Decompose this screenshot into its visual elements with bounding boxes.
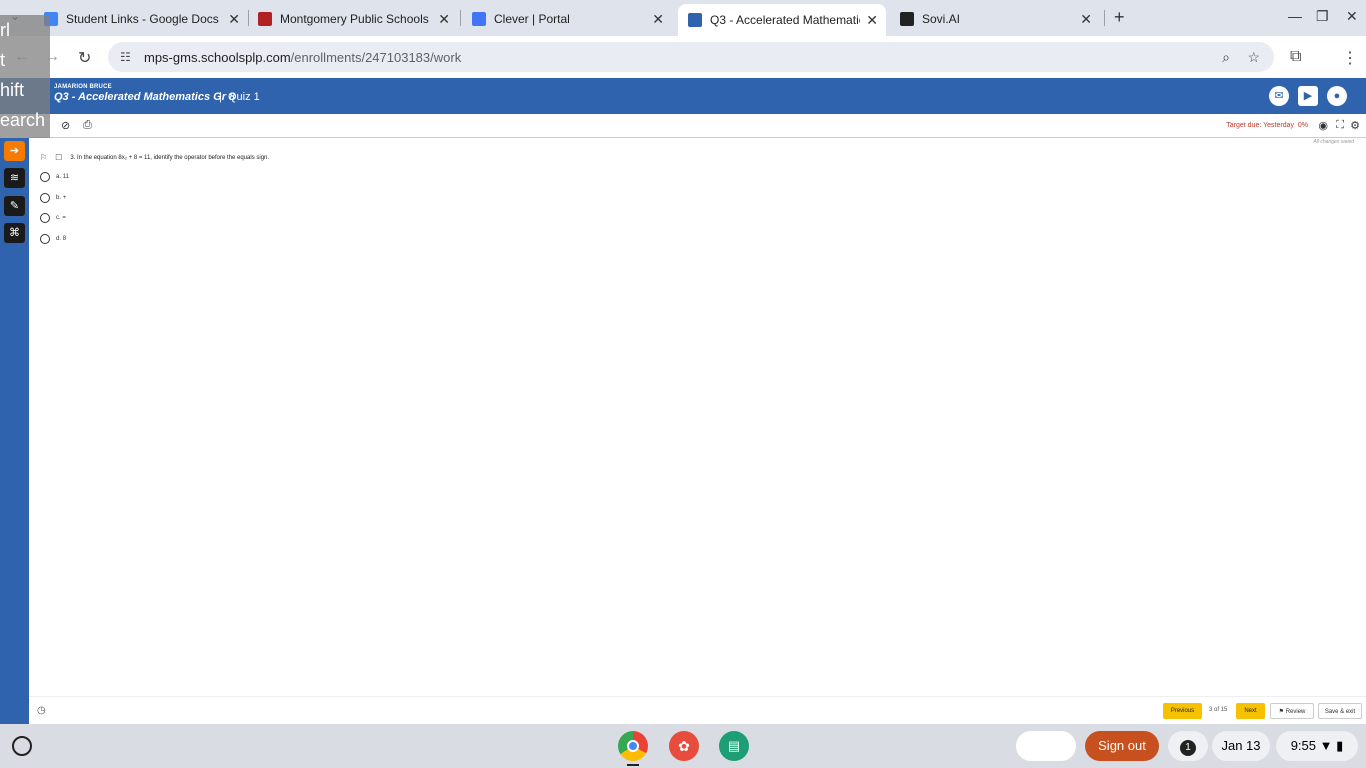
edgenuity-icon: [688, 13, 702, 27]
wifi-icon: ▼: [1319, 738, 1333, 753]
student-name: JAMARION BRUCE: [54, 84, 112, 90]
address-bar[interactable]: ☷ mps-gms.schoolsplp.com/enrollments/247…: [108, 42, 1274, 72]
save-exit-button[interactable]: Save & exit: [1318, 703, 1362, 719]
answer-option-b[interactable]: b. +: [40, 193, 66, 203]
quiz-title: Quiz 1: [228, 91, 260, 103]
radio-button[interactable]: [40, 213, 50, 223]
answer-option-d[interactable]: d. 8: [40, 234, 66, 244]
bookmark-icon[interactable]: ⚐: [40, 153, 47, 162]
os-shelf: ✿ ▤ Sign out 1 Jan 13 9:55 ▼ ▮: [0, 724, 1366, 768]
school-shield-icon: [258, 12, 272, 26]
close-icon[interactable]: ✕: [438, 11, 450, 28]
course-title: Q3 - Accelerated Mathematics Gr 8: [54, 91, 236, 103]
progress-percent: 0%: [1297, 122, 1308, 129]
keyboard-overlay: rl t hift earch: [0, 15, 50, 138]
overlay-key: t: [0, 50, 6, 70]
tab-title: Clever | Portal: [494, 12, 570, 26]
site-settings-icon[interactable]: ☷: [120, 50, 134, 64]
sign-out-button[interactable]: Sign out: [1085, 731, 1159, 761]
next-button[interactable]: Next: [1236, 703, 1265, 719]
tab-student-links[interactable]: Student Links - Google Docs ✕: [44, 6, 244, 32]
bookmark-star-icon[interactable]: ☆: [1247, 49, 1260, 66]
active-app-indicator: [627, 764, 639, 766]
chat-icon[interactable]: ✉: [1269, 86, 1289, 106]
reload-icon[interactable]: ↻: [78, 48, 91, 68]
launcher-icon[interactable]: [12, 736, 32, 756]
chrome-icon[interactable]: [618, 731, 648, 761]
status-tray[interactable]: 9:55 ▼ ▮: [1276, 731, 1358, 761]
timer-icon[interactable]: ◷: [37, 705, 46, 716]
audio-icon[interactable]: ◉: [1318, 119, 1328, 132]
account-icon[interactable]: ●: [1327, 86, 1347, 106]
close-icon[interactable]: ✕: [228, 11, 240, 28]
bookmark-icon: ⚑: [1278, 709, 1285, 715]
minimize-icon[interactable]: —: [1288, 8, 1302, 24]
navigate-icon[interactable]: ➔: [4, 141, 25, 161]
battery-icon: ▮: [1336, 738, 1344, 753]
left-tool-rail: ➔ ≋ ✎ ⌘: [0, 138, 29, 724]
user-avatars[interactable]: [1016, 731, 1076, 761]
url-domain: mps-gms.schoolsplp.com: [144, 49, 291, 65]
restore-icon[interactable]: ❐: [1316, 8, 1329, 25]
zoom-icon[interactable]: ⌕: [1222, 49, 1230, 66]
page-count: 3 of 15: [1209, 707, 1228, 713]
tab-separator: [460, 10, 461, 26]
target-due: Target due: Yesterday 0%: [1226, 122, 1308, 129]
quiz-footer: ◷ Previous 3 of 15 Next ⚑ Review Save & …: [29, 696, 1366, 724]
course-header: JAMARION BRUCE Q3 - Accelerated Mathemat…: [0, 78, 1366, 114]
radio-button[interactable]: [40, 234, 50, 244]
close-icon[interactable]: ✕: [652, 11, 664, 28]
video-icon[interactable]: ▶: [1298, 86, 1318, 106]
tab-separator: [248, 10, 249, 26]
sovi-icon: [900, 12, 914, 26]
previous-button[interactable]: Previous: [1163, 703, 1202, 719]
answer-option-c[interactable]: c. =: [40, 213, 66, 223]
tab-title: Student Links - Google Docs: [66, 12, 219, 26]
tab-q3-math[interactable]: Q3 - Accelerated Mathematics ( ✕: [678, 4, 886, 36]
tab-title: Q3 - Accelerated Mathematics (: [710, 13, 860, 27]
browser-menu-icon[interactable]: ⋮: [1342, 48, 1358, 68]
browser-toolbar: ← → ↻ ☷ mps-gms.schoolsplp.com/enrollmen…: [0, 36, 1366, 78]
tab-title: Montgomery Public Schools | M: [280, 12, 430, 26]
new-tab-button[interactable]: +: [1114, 7, 1125, 28]
title-separator: |: [219, 91, 222, 103]
tab-montgomery[interactable]: Montgomery Public Schools | M ✕: [258, 6, 454, 32]
fullscreen-icon[interactable]: ⛶: [1336, 119, 1344, 132]
date-display[interactable]: Jan 13: [1212, 731, 1270, 761]
radio-button[interactable]: [40, 172, 50, 182]
extensions-icon[interactable]: ⧉: [1290, 48, 1301, 66]
overlay-key: earch: [0, 110, 46, 130]
layers-icon[interactable]: ≋: [4, 168, 25, 188]
tab-separator: [1104, 10, 1105, 26]
close-icon[interactable]: ✕: [1080, 11, 1092, 28]
quiz-toolbar: ⊘ ⎙ Target due: Yesterday 0% ◉ ⛶ ⚙: [29, 114, 1366, 138]
radio-button[interactable]: [40, 193, 50, 203]
question-prompt: ⚐ ☐ 3. In the equation 8x₂ + 8 = 11, ide…: [40, 153, 269, 162]
calculator-icon[interactable]: ⌘: [4, 223, 25, 243]
window-close-icon[interactable]: ✕: [1346, 8, 1358, 25]
clock: 9:55: [1290, 738, 1317, 753]
edit-icon[interactable]: ✎: [4, 196, 25, 216]
browser-tab-bar: ⌄ Student Links - Google Docs ✕ Montgome…: [0, 0, 1366, 36]
note-icon[interactable]: ☐: [55, 153, 62, 162]
classroom-app-icon[interactable]: ▤: [719, 731, 749, 761]
close-icon[interactable]: ✕: [866, 12, 878, 29]
notification-badge[interactable]: 1: [1168, 731, 1208, 761]
answer-option-a[interactable]: a. 11: [40, 172, 69, 182]
url-path: /enrollments/247103183/work: [290, 49, 462, 65]
settings-gear-icon[interactable]: ⚙: [1350, 119, 1360, 132]
tab-title: Sovi.AI: [922, 12, 961, 26]
clever-icon: [472, 12, 486, 26]
tab-clever[interactable]: Clever | Portal ✕: [472, 6, 668, 32]
palette-app-icon[interactable]: ✿: [669, 731, 699, 761]
save-status: All changes saved: [1313, 139, 1354, 145]
question-text: 3. In the equation 8x₂ + 8 = 11, identif…: [70, 154, 270, 161]
tab-sovi[interactable]: Sovi.AI ✕: [900, 6, 1096, 32]
overlay-key: rl: [0, 20, 10, 40]
hide-icon[interactable]: ⊘: [61, 119, 70, 132]
print-icon[interactable]: ⎙: [83, 119, 92, 132]
overlay-key: hift: [0, 80, 25, 100]
review-button[interactable]: ⚑ Review: [1270, 703, 1314, 719]
